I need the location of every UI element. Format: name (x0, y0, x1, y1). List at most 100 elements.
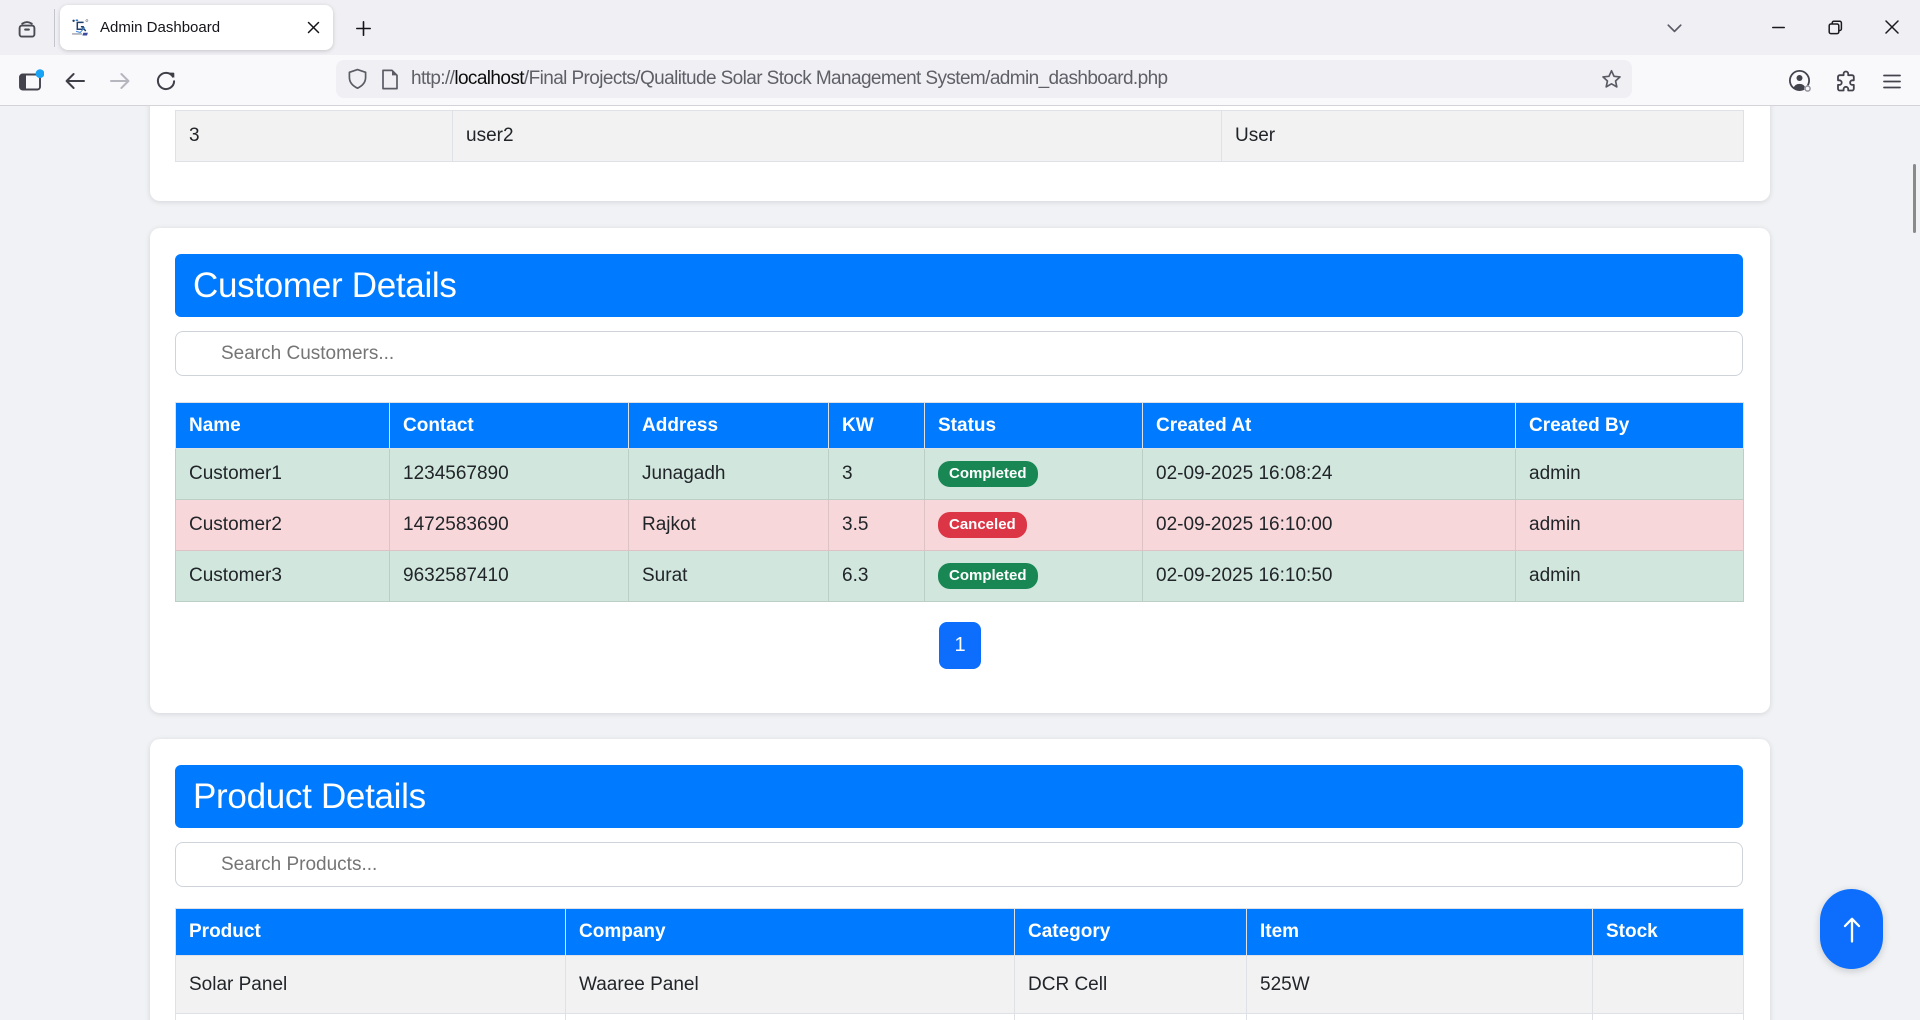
cell-created-by: admin (1516, 551, 1744, 602)
column-header: Company (566, 909, 1015, 956)
back-icon[interactable] (59, 65, 91, 97)
scroll-to-top-button[interactable] (1820, 889, 1883, 969)
tab-separator (54, 9, 55, 47)
cell-item: 525W (1247, 956, 1593, 1014)
cell-stock (1593, 956, 1744, 1014)
user-name-cell: user2 (453, 111, 1222, 162)
cell-kw: 3 (829, 449, 925, 500)
window-close-icon[interactable] (1872, 8, 1912, 46)
url-host: localhost (454, 68, 524, 89)
tracking-shield-icon[interactable] (347, 68, 368, 90)
cell-created-at: 02-09-2025 16:10:50 (1143, 551, 1516, 602)
user-role-cell: User (1222, 111, 1744, 162)
browser-tab-bar: Admin Dashboard (0, 0, 1920, 55)
url-bar[interactable]: http://localhost/Final Projects/Qualitud… (336, 60, 1632, 98)
site-favicon-icon (71, 18, 90, 37)
window-minimize-icon[interactable] (1758, 8, 1798, 46)
search-products-input[interactable] (175, 842, 1743, 887)
cell-address: Rajkot (629, 500, 829, 551)
sidebar-icon[interactable] (15, 65, 47, 97)
search-customers-input[interactable] (175, 331, 1743, 376)
cell-created-at: 02-09-2025 16:10:00 (1143, 500, 1516, 551)
up-arrow-icon (1841, 916, 1863, 943)
cell-category: DCR Cell (1015, 956, 1247, 1014)
tab-title: Admin Dashboard (100, 19, 301, 36)
table-row: 3 user2 User (176, 111, 1744, 162)
users-card: 3 user2 User (150, 106, 1770, 201)
cell-contact: 1234567890 (390, 449, 629, 500)
status-badge: Completed (938, 461, 1038, 487)
cell-category (1015, 1014, 1247, 1020)
cell-company: Waaree Panel (566, 956, 1015, 1014)
forward-icon[interactable] (104, 65, 136, 97)
column-header: Name (176, 403, 390, 449)
menu-hamburger-icon[interactable] (1876, 65, 1908, 97)
column-header: Category (1015, 909, 1247, 956)
status-badge: Canceled (938, 512, 1027, 538)
reload-icon[interactable] (150, 65, 182, 97)
tab-close-icon[interactable] (301, 16, 325, 40)
column-header: KW (829, 403, 925, 449)
table-row: Customer3 9632587410 Surat 6.3 Completed… (176, 551, 1744, 602)
users-table: 3 user2 User (175, 110, 1744, 162)
url-scheme: http:// (411, 68, 454, 89)
cell-created-by: admin (1516, 449, 1744, 500)
bookmark-star-icon[interactable] (1601, 69, 1622, 90)
new-tab-icon[interactable] (349, 14, 377, 42)
table-row (176, 1014, 1744, 1020)
column-header: Created At (1143, 403, 1516, 449)
product-details-title: Product Details (193, 777, 426, 817)
column-header: Product (176, 909, 566, 956)
column-header: Status (925, 403, 1143, 449)
url-text[interactable]: http://localhost/Final Projects/Qualitud… (411, 68, 1601, 90)
table-row: Solar Panel Waaree Panel DCR Cell 525W (176, 956, 1744, 1014)
column-header: Created By (1516, 403, 1744, 449)
cell-product (176, 1014, 566, 1020)
column-header: Item (1247, 909, 1593, 956)
cell-name: Customer1 (176, 449, 390, 500)
customers-table: Name Contact Address KW Status Created A… (175, 402, 1744, 602)
column-header: Contact (390, 403, 629, 449)
column-header: Stock (1593, 909, 1744, 956)
cell-created-by: admin (1516, 500, 1744, 551)
cell-status: Completed (925, 551, 1143, 602)
user-id-cell: 3 (176, 111, 453, 162)
cell-name: Customer3 (176, 551, 390, 602)
extensions-puzzle-icon[interactable] (1830, 65, 1862, 97)
firefox-view-icon[interactable] (13, 15, 41, 43)
products-table: Product Company Category Item Stock Sola… (175, 908, 1744, 1020)
page-info-icon[interactable] (381, 69, 399, 90)
cell-kw: 6.3 (829, 551, 925, 602)
pagination-page-1-button[interactable]: 1 (939, 622, 981, 669)
cell-contact: 1472583690 (390, 500, 629, 551)
browser-tab[interactable]: Admin Dashboard (60, 5, 333, 50)
status-badge: Completed (938, 563, 1038, 589)
products-header-row: Product Company Category Item Stock (176, 909, 1744, 956)
list-all-tabs-chevron-icon[interactable] (1660, 14, 1688, 42)
cell-contact: 9632587410 (390, 551, 629, 602)
cell-address: Junagadh (629, 449, 829, 500)
cell-status: Canceled (925, 500, 1143, 551)
cell-stock (1593, 1014, 1744, 1020)
account-icon[interactable] (1784, 65, 1816, 97)
cell-kw: 3.5 (829, 500, 925, 551)
page-viewport: 3 user2 User Customer Details Name Conta… (0, 106, 1920, 1020)
table-row: Customer2 1472583690 Rajkot 3.5 Canceled… (176, 500, 1744, 551)
url-path: /Final Projects/Qualitude Solar Stock Ma… (524, 68, 1168, 89)
browser-nav-toolbar: http://localhost/Final Projects/Qualitud… (0, 55, 1920, 106)
customer-details-title: Customer Details (193, 266, 457, 306)
cell-company (566, 1014, 1015, 1020)
column-header: Address (629, 403, 829, 449)
cell-address: Surat (629, 551, 829, 602)
customer-details-card: Customer Details Name Contact Address KW… (150, 228, 1770, 713)
cell-status: Completed (925, 449, 1143, 500)
customer-details-header: Customer Details (175, 254, 1743, 317)
scrollbar-thumb[interactable] (1913, 164, 1916, 233)
table-row: Customer1 1234567890 Junagadh 3 Complete… (176, 449, 1744, 500)
product-details-card: Product Details Product Company Category… (150, 739, 1770, 1020)
product-details-header: Product Details (175, 765, 1743, 828)
cell-item (1247, 1014, 1593, 1020)
customers-header-row: Name Contact Address KW Status Created A… (176, 403, 1744, 449)
cell-name: Customer2 (176, 500, 390, 551)
window-restore-icon[interactable] (1815, 8, 1855, 46)
